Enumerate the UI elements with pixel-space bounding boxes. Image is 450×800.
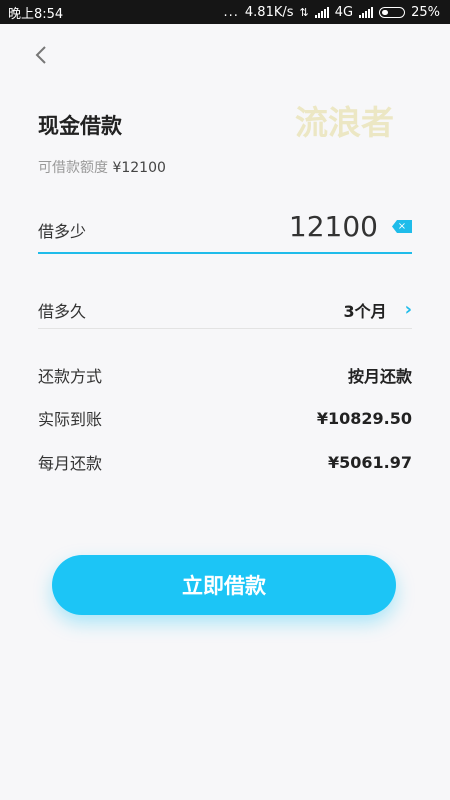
monthly-payment-value: ¥5061.97: [327, 452, 412, 472]
signal-icon: [314, 6, 329, 18]
status-right: ... 4.81K/s ⇅ 4G 25%: [223, 5, 440, 20]
data-transfer-icon: ⇅: [299, 5, 309, 19]
watermark: 流浪者: [295, 103, 394, 142]
borrow-now-button[interactable]: 立即借款: [52, 555, 396, 615]
term-value: 3个月: [343, 302, 387, 321]
back-button[interactable]: [34, 44, 56, 66]
page-title: 现金借款: [38, 114, 122, 138]
signal-icon-2: [359, 6, 374, 18]
battery-icon: [379, 6, 406, 18]
monthly-payment-label: 每月还款: [38, 454, 103, 473]
battery-percent: 25%: [411, 4, 440, 20]
network-type: 4G: [334, 4, 354, 20]
quota-label: 可借款额度: [38, 160, 108, 176]
repay-method-value: 按月还款: [347, 367, 412, 386]
quota-amount: ¥12100: [112, 160, 166, 176]
actual-amount-label: 实际到账: [38, 410, 103, 429]
loan-quota: 可借款额度 ¥12100: [38, 157, 166, 177]
actual-amount-value: ¥10829.50: [316, 408, 412, 428]
network-speed: 4.81K/s: [244, 4, 294, 20]
amount-field[interactable]: 借多少 12100 ×: [38, 206, 412, 254]
term-value-group: 3个月 ›: [343, 298, 412, 322]
repay-method-label: 还款方式: [38, 367, 103, 386]
chevron-left-icon: [35, 46, 46, 64]
amount-label: 借多少: [38, 222, 87, 241]
amount-input[interactable]: 12100: [289, 210, 378, 243]
chevron-right-icon: ›: [404, 299, 412, 320]
status-dots: ...: [223, 4, 239, 20]
repay-method-row: 还款方式 按月还款: [38, 360, 412, 390]
actual-amount-row: 实际到账 ¥10829.50: [38, 403, 412, 433]
term-selector[interactable]: 借多久 3个月 ›: [38, 294, 412, 329]
status-time: 晚上8:54: [8, 6, 64, 22]
term-label: 借多久: [38, 302, 87, 321]
backspace-icon[interactable]: ×: [392, 220, 412, 233]
monthly-payment-row: 每月还款 ¥5061.97: [38, 447, 412, 477]
status-bar: 晚上8:54 ... 4.81K/s ⇅ 4G 25%: [0, 0, 450, 24]
